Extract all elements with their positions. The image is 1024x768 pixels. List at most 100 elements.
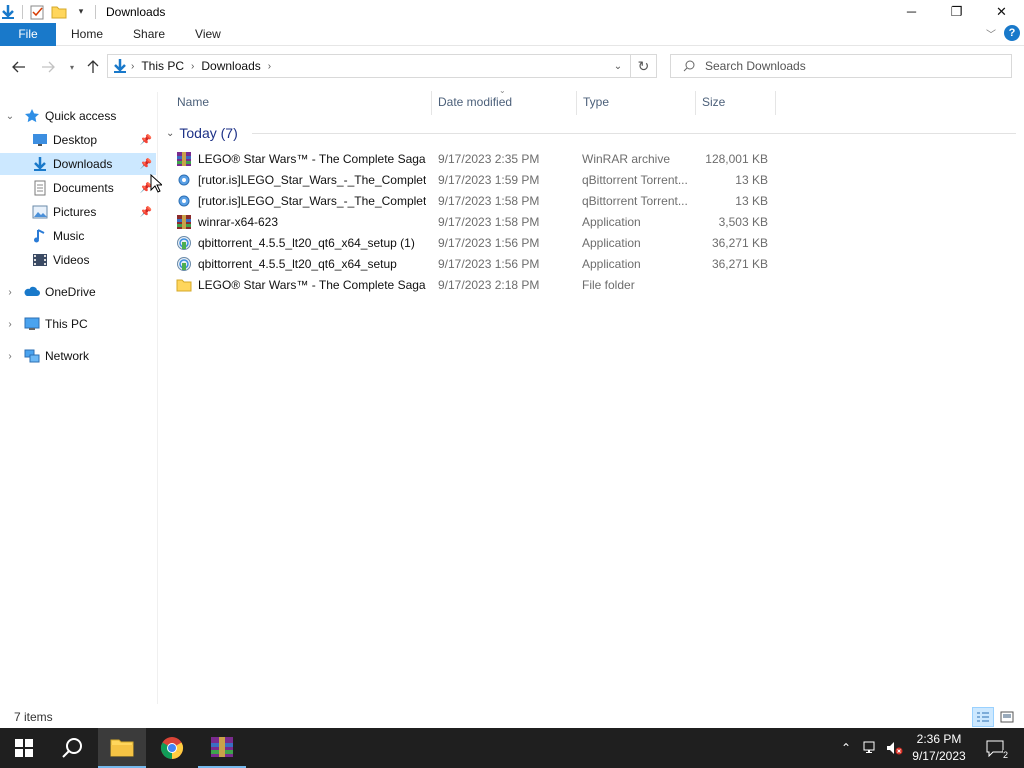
mouse-cursor-icon xyxy=(150,173,164,196)
file-type: qBittorrent Torrent... xyxy=(582,193,688,208)
minimize-button[interactable]: ─ xyxy=(889,0,934,23)
chrome-taskbar-button[interactable] xyxy=(148,728,196,768)
details-view-icon[interactable] xyxy=(972,707,994,727)
sidebar-item-label: Videos xyxy=(53,253,90,267)
column-header-date-modified[interactable]: Date modified xyxy=(438,91,512,113)
expand-ribbon-icon[interactable]: ﹀ xyxy=(986,26,996,41)
winrar-taskbar-button[interactable] xyxy=(198,728,246,768)
breadcrumb-this-pc[interactable]: This PC xyxy=(141,59,184,73)
sidebar-item-network[interactable]: › Network xyxy=(0,345,156,367)
file-name: [rutor.is]LEGO_Star_Wars_-_The_Complet..… xyxy=(198,193,426,208)
tab-view[interactable]: View xyxy=(180,23,236,46)
file-size: 36,271 KB xyxy=(711,256,768,271)
column-header-name[interactable]: Name xyxy=(177,91,209,113)
expand-chevron-icon[interactable]: › xyxy=(4,281,16,303)
large-icons-view-icon[interactable] xyxy=(996,707,1018,727)
column-separator[interactable] xyxy=(576,91,577,115)
file-explorer-taskbar-button[interactable] xyxy=(98,728,146,768)
collapse-chevron-icon[interactable]: ⌄ xyxy=(4,105,16,127)
torrent-file-icon xyxy=(176,172,192,188)
winrar-icon xyxy=(211,737,233,757)
file-size: 3,503 KB xyxy=(718,214,768,229)
chrome-icon xyxy=(161,737,183,759)
breadcrumb-chevron-icon[interactable]: › xyxy=(131,61,134,72)
group-label: Today (7) xyxy=(179,125,238,141)
restore-button[interactable]: ❐ xyxy=(934,0,979,23)
documents-icon xyxy=(32,180,48,196)
file-date: 9/17/2023 2:18 PM xyxy=(438,277,540,292)
group-header-today[interactable]: ⌄ Today (7) xyxy=(166,123,238,143)
file-row[interactable]: [rutor.is]LEGO_Star_Wars_-_The_Complet..… xyxy=(176,190,776,211)
properties-icon[interactable] xyxy=(29,4,45,20)
search-box[interactable] xyxy=(670,54,1012,78)
collapse-group-chevron-icon[interactable]: ⌄ xyxy=(166,128,174,139)
file-name-cell: qbittorrent_4.5.5_lt20_qt6_x64_setup (1) xyxy=(176,232,426,253)
file-row[interactable]: qbittorrent_4.5.5_lt20_qt6_x64_setup 9/1… xyxy=(176,253,776,274)
clock-time: 2:36 PM xyxy=(916,732,962,746)
breadcrumb-downloads[interactable]: Downloads xyxy=(201,59,260,73)
network-tray-icon[interactable] xyxy=(860,728,882,768)
up-button[interactable] xyxy=(81,55,105,79)
sidebar-item-label: OneDrive xyxy=(45,285,96,299)
sidebar-item-this-pc[interactable]: › This PC xyxy=(0,313,156,335)
search-input[interactable] xyxy=(705,59,1005,73)
sidebar-item-documents[interactable]: Documents 📌 xyxy=(0,177,156,199)
tab-file[interactable]: File xyxy=(0,22,56,46)
ribbon-tabs: File Home Share View ﹀ ? xyxy=(0,22,1024,46)
address-history-dropdown-icon[interactable]: ⌄ xyxy=(606,55,630,77)
show-hidden-icons-chevron-icon[interactable]: ⌃ xyxy=(836,728,856,768)
help-icon[interactable]: ? xyxy=(1004,25,1020,41)
refresh-icon[interactable]: ↻ xyxy=(630,55,656,77)
file-date: 9/17/2023 1:58 PM xyxy=(438,214,540,229)
quick-access[interactable]: ⌄ Quick access xyxy=(0,105,156,127)
window-title: Downloads xyxy=(106,4,166,19)
sidebar-item-videos[interactable]: Videos xyxy=(0,249,156,271)
breadcrumb-chevron-icon[interactable]: › xyxy=(191,61,194,72)
expand-chevron-icon[interactable]: › xyxy=(4,313,16,335)
start-button[interactable] xyxy=(0,728,48,768)
new-folder-icon[interactable] xyxy=(51,4,67,20)
back-button[interactable] xyxy=(7,55,31,79)
network-icon xyxy=(24,348,40,364)
notifications-button[interactable]: 2 xyxy=(980,728,1010,768)
address-bar[interactable]: › This PC › Downloads › ⌄ ↻ xyxy=(107,54,657,78)
column-separator[interactable] xyxy=(695,91,696,115)
expand-chevron-icon[interactable]: › xyxy=(4,345,16,367)
file-row[interactable]: LEGO® Star Wars™ - The Complete Saga ...… xyxy=(176,274,776,295)
search-icon xyxy=(62,738,82,758)
sidebar-item-music[interactable]: Music xyxy=(0,225,156,247)
search-icon xyxy=(683,60,695,72)
file-type: Application xyxy=(582,256,641,271)
close-button[interactable]: ✕ xyxy=(979,0,1024,23)
file-name: LEGO® Star Wars™ - The Complete Saga ... xyxy=(198,277,426,292)
music-icon xyxy=(32,228,48,244)
file-row[interactable]: winrar-x64-623 9/17/2023 1:58 PM Applica… xyxy=(176,211,776,232)
file-date: 9/17/2023 1:56 PM xyxy=(438,235,540,250)
column-header-type[interactable]: Type xyxy=(583,91,609,113)
file-type: Application xyxy=(582,235,641,250)
pictures-icon xyxy=(32,204,48,220)
file-row[interactable]: qbittorrent_4.5.5_lt20_qt6_x64_setup (1)… xyxy=(176,232,776,253)
forward-button[interactable] xyxy=(36,55,60,79)
tab-home[interactable]: Home xyxy=(56,23,118,46)
tab-share[interactable]: Share xyxy=(118,23,180,46)
search-taskbar-button[interactable] xyxy=(48,728,96,768)
folder-icon xyxy=(110,739,134,757)
file-row[interactable]: LEGO® Star Wars™ - The Complete Saga ...… xyxy=(176,148,776,169)
sidebar-item-onedrive[interactable]: › OneDrive xyxy=(0,281,156,303)
customize-qat-icon[interactable]: ▾ xyxy=(73,4,89,20)
volume-muted-icon[interactable] xyxy=(884,728,906,768)
taskbar-clock[interactable]: 2:36 PM 9/17/2023 xyxy=(908,731,970,765)
file-row[interactable]: [rutor.is]LEGO_Star_Wars_-_The_Complet..… xyxy=(176,169,776,190)
sidebar-item-desktop[interactable]: Desktop 📌 xyxy=(0,129,156,151)
breadcrumb-chevron-icon[interactable]: › xyxy=(268,61,271,72)
navigation-bar: ▾ › This PC › Downloads › ⌄ ↻ xyxy=(0,50,1024,84)
file-size xyxy=(698,274,768,295)
sidebar-item-downloads[interactable]: Downloads 📌 xyxy=(0,153,156,175)
view-switcher xyxy=(972,707,1018,727)
sidebar-item-pictures[interactable]: Pictures 📌 xyxy=(0,201,156,223)
file-name-cell: LEGO® Star Wars™ - The Complete Saga ... xyxy=(176,148,426,169)
column-separator[interactable] xyxy=(431,91,432,115)
column-header-size[interactable]: Size xyxy=(702,91,725,113)
column-separator[interactable] xyxy=(775,91,776,115)
